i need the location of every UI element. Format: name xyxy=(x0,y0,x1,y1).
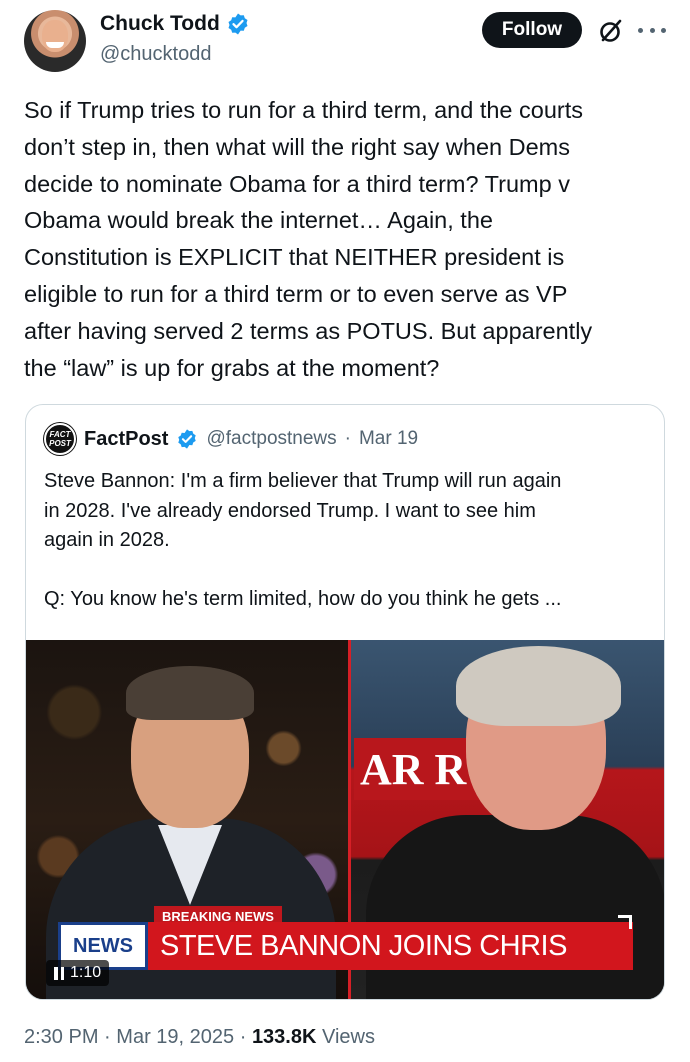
video-duration: 1:10 xyxy=(70,964,102,981)
quoted-text: Steve Bannon: I'm a firm believer that T… xyxy=(44,467,654,615)
video-player[interactable]: AR RO BREAKING NEWS NEWS STEVE BANNON JO… xyxy=(26,640,664,999)
tweet-header: Chuck Todd @chucktodd Follow xyxy=(24,10,666,74)
verified-badge-icon xyxy=(178,429,197,449)
tweet-line: So if Trump tries to run for a third ter… xyxy=(24,97,584,123)
views-count[interactable]: 133.8K xyxy=(252,1026,317,1048)
tweet-line: decide to nominate Obama for a third ter… xyxy=(24,170,570,197)
tweet-line: don’t step in, then what will the right … xyxy=(24,133,570,160)
quoted-author-handle[interactable]: @factpostnews xyxy=(206,428,336,450)
post-time[interactable]: 2:30 PM xyxy=(24,1026,98,1048)
post-date[interactable]: Mar 19, 2025 xyxy=(116,1026,234,1048)
video-timer[interactable]: 1:10 xyxy=(46,960,110,986)
tweet-line: the “law” is up for grabs at the moment? xyxy=(24,354,440,381)
separator-dot: · xyxy=(239,1026,247,1048)
lower-third-headline: STEVE BANNON JOINS CHRIS xyxy=(148,922,633,970)
quoted-line: again in 2028. xyxy=(44,529,170,551)
logo-line: FACT xyxy=(49,430,71,439)
quoted-line: in 2028. I've already endorsed Trump. I … xyxy=(44,499,536,522)
quoted-question: Q: You know he's term limited, how do yo… xyxy=(44,588,562,610)
verified-badge-icon xyxy=(228,13,248,35)
tweet-meta: 2:30 PM · Mar 19, 2025 · 133.8K Views xyxy=(24,1026,375,1049)
author-name[interactable]: Chuck Todd xyxy=(100,12,220,36)
corner-bracket xyxy=(618,915,632,929)
tweet-line: Obama would break the internet… Again, t… xyxy=(24,207,493,234)
quoted-line: Steve Bannon: I'm a firm believer that T… xyxy=(44,470,562,492)
author-name-row[interactable]: Chuck Todd xyxy=(100,12,250,36)
grok-icon[interactable] xyxy=(598,18,624,44)
tweet-line: eligible to run for a third term or to e… xyxy=(24,280,568,307)
network-logo-text: NEWS xyxy=(73,935,133,957)
quoted-tweet-header: FACT POST FactPost @factpostnews · Mar 1… xyxy=(44,423,418,455)
tweet-line: Constitution is EXPLICIT that NEITHER pr… xyxy=(24,244,565,271)
avatar[interactable] xyxy=(24,10,86,72)
more-icon[interactable] xyxy=(638,18,666,42)
separator-dot: · xyxy=(344,428,351,449)
tweet-line: after having served 2 terms as POTUS. Bu… xyxy=(24,317,593,344)
views-label: Views xyxy=(322,1026,375,1048)
quoted-author-name[interactable]: FactPost xyxy=(84,428,168,451)
host-hair xyxy=(126,666,254,720)
author-handle[interactable]: @chucktodd xyxy=(100,43,211,66)
background-sign: AR RO xyxy=(354,738,484,800)
logo-line: POST xyxy=(49,439,71,448)
separator-dot: · xyxy=(104,1026,111,1048)
factpost-logo[interactable]: FACT POST xyxy=(44,423,76,455)
quoted-date[interactable]: Mar 19 xyxy=(359,428,418,450)
guest-figure xyxy=(366,815,664,999)
guest-hair xyxy=(456,646,621,726)
quoted-tweet[interactable]: FACT POST FactPost @factpostnews · Mar 1… xyxy=(25,404,665,1000)
tweet-text: So if Trump tries to run for a third ter… xyxy=(24,92,670,386)
follow-button[interactable]: Follow xyxy=(482,12,582,48)
pause-icon[interactable] xyxy=(54,966,64,980)
